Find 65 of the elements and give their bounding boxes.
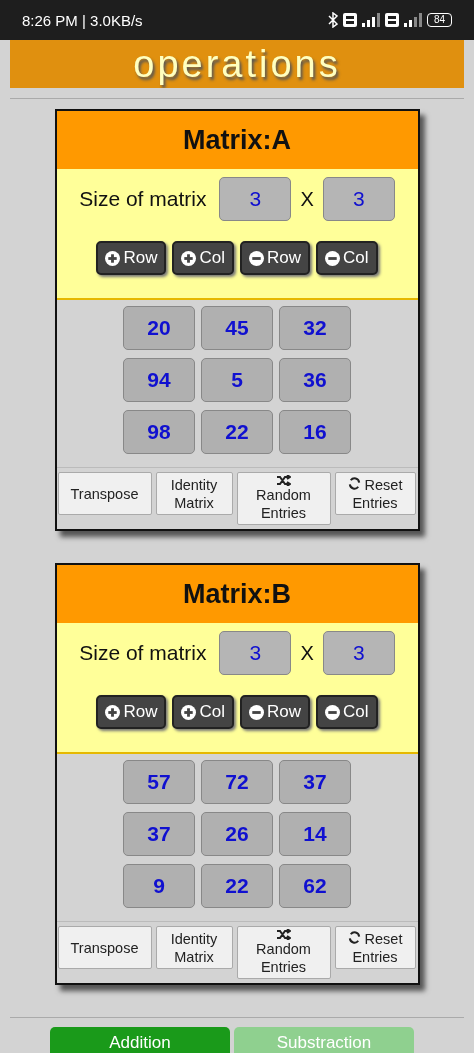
- entry-field[interactable]: 37: [279, 760, 351, 804]
- entry-field[interactable]: 16: [279, 410, 351, 454]
- action-button[interactable]: Identity Matrix: [155, 926, 233, 969]
- entry-field[interactable]: 9: [123, 864, 195, 908]
- times-label: X: [300, 187, 314, 211]
- remove-button[interactable]: Col: [316, 241, 378, 275]
- minus-circle-icon: [249, 250, 264, 266]
- plus-circle-icon: [105, 704, 121, 720]
- entry-field[interactable]: 20: [123, 306, 195, 350]
- entry-field[interactable]: 22: [201, 410, 273, 454]
- minus-circle-icon: [325, 704, 340, 720]
- add-button[interactable]: Row: [96, 695, 167, 729]
- entry-field[interactable]: 57: [123, 760, 195, 804]
- cols-field[interactable]: 3: [322, 631, 395, 675]
- entry-field[interactable]: 14: [279, 812, 351, 856]
- refresh-icon: [347, 930, 361, 944]
- signal-icon: [361, 13, 380, 27]
- entry-field[interactable]: 32: [279, 306, 351, 350]
- remove-button[interactable]: Row: [240, 241, 310, 275]
- entry-field[interactable]: 26: [201, 812, 273, 856]
- refresh-icon: [347, 476, 361, 490]
- add-button[interactable]: Row: [96, 241, 167, 275]
- entry-field[interactable]: 45: [201, 306, 273, 350]
- size-label: Size of matrix: [79, 641, 207, 665]
- volte-icon: [384, 13, 399, 27]
- battery-indicator: 84: [426, 13, 452, 27]
- action-button[interactable]: Transpose: [57, 472, 152, 515]
- shuffle-icon: [276, 475, 291, 486]
- volte-icon: [342, 13, 357, 27]
- entry-field[interactable]: 62: [279, 864, 351, 908]
- rows-field[interactable]: 3: [219, 177, 292, 221]
- minus-circle-icon: [325, 250, 340, 266]
- bluetooth-icon: [327, 12, 338, 28]
- add-button[interactable]: Col: [172, 241, 234, 275]
- entry-field[interactable]: 98: [123, 410, 195, 454]
- action-button[interactable]: Reset Entries: [334, 926, 416, 969]
- times-label: X: [300, 641, 314, 665]
- operation-button[interactable]: Addition: [50, 1027, 230, 1053]
- entry-field[interactable]: 22: [201, 864, 273, 908]
- entry-field[interactable]: 37: [123, 812, 195, 856]
- plus-circle-icon: [105, 250, 121, 266]
- action-button[interactable]: Transpose: [57, 926, 152, 969]
- add-button[interactable]: Col: [172, 695, 234, 729]
- plus-circle-icon: [181, 250, 197, 266]
- size-label: Size of matrix: [79, 187, 207, 211]
- entry-field[interactable]: 5: [201, 358, 273, 402]
- matrix-title: Matrix:B: [183, 578, 291, 610]
- remove-button[interactable]: Row: [240, 695, 310, 729]
- signal-icon: [403, 13, 422, 27]
- plus-circle-icon: [181, 704, 197, 720]
- action-button[interactable]: Random Entries: [236, 926, 331, 979]
- page-title: operations: [133, 42, 341, 86]
- shuffle-icon: [276, 929, 291, 940]
- status-time: 8:26 PM | 3.0KB/s: [22, 11, 143, 29]
- remove-button[interactable]: Col: [316, 695, 378, 729]
- rows-field[interactable]: 3: [219, 631, 292, 675]
- minus-circle-icon: [249, 704, 264, 720]
- entry-field[interactable]: 72: [201, 760, 273, 804]
- cols-field[interactable]: 3: [322, 177, 395, 221]
- action-button[interactable]: Random Entries: [236, 472, 331, 525]
- action-button[interactable]: Reset Entries: [334, 472, 416, 515]
- entry-field[interactable]: 36: [279, 358, 351, 402]
- action-button[interactable]: Identity Matrix: [155, 472, 233, 515]
- entry-field[interactable]: 94: [123, 358, 195, 402]
- matrix-title: Matrix:A: [183, 124, 291, 156]
